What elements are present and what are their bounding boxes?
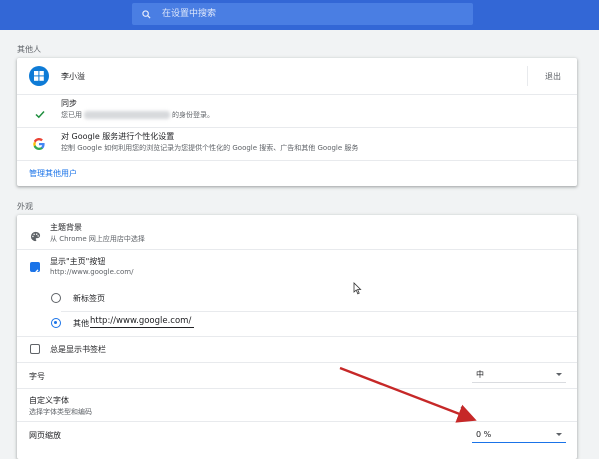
bookmarks-label: 总是显示书签栏 <box>50 345 106 354</box>
home-button-checkbox[interactable] <box>30 262 40 276</box>
check-icon <box>35 104 45 123</box>
zoom-row: 网页缩放 0 % <box>17 422 577 448</box>
user-row: 李小溢 退出 <box>17 58 577 94</box>
personalize-title: 对 Google 服务进行个性化设置 <box>61 132 175 141</box>
people-card: 李小溢 退出 同步 您已用 的身份登录。 对 Google 服务进行个性化设置 控… <box>17 58 577 186</box>
sync-suffix: 的身份登录。 <box>172 111 214 119</box>
personalize-description: 控制 Google 如何利用您的浏览记录为您提供个性化的 Google 搜索、广… <box>61 144 359 152</box>
home-button-row: 显示"主页"按钮 http://www.google.com/ <box>17 250 577 280</box>
font-size-label: 字号 <box>29 372 45 381</box>
checkmark-icon <box>31 269 39 276</box>
people-section-title: 其他人 <box>17 45 41 54</box>
personalize-row[interactable]: 对 Google 服务进行个性化设置 控制 Google 如何利用您的浏览记录为… <box>17 128 577 160</box>
newtab-radio[interactable] <box>51 293 61 303</box>
signout-button[interactable]: 退出 <box>545 71 561 82</box>
google-g-icon <box>32 136 46 155</box>
newtab-label: 新标签页 <box>73 294 105 303</box>
custom-fonts-row[interactable]: 自定义字体 选择字体类型和编码 <box>17 389 577 421</box>
theme-row[interactable]: 主题背景 从 Chrome 网上应用店中选择 <box>17 215 577 249</box>
red-arrow-annotation <box>339 366 477 423</box>
user-name: 李小溢 <box>61 72 85 81</box>
divider <box>17 160 577 161</box>
divider <box>61 311 577 312</box>
search-icon <box>132 9 160 19</box>
chevron-down-icon <box>556 433 562 436</box>
top-app-bar <box>0 0 599 30</box>
manage-other-users-link[interactable]: 管理其他用户 <box>29 168 77 179</box>
sync-title: 同步 <box>61 99 77 108</box>
sync-row[interactable]: 同步 您已用 的身份登录。 <box>17 95 577 127</box>
bookmarks-checkbox[interactable] <box>30 344 40 354</box>
blurred-account-email <box>84 111 170 119</box>
chevron-down-icon <box>556 373 562 376</box>
zoom-value: 0 % <box>476 430 492 439</box>
font-size-row: 字号 中 <box>17 363 577 387</box>
vertical-divider <box>527 66 528 86</box>
appearance-card: 主题背景 从 Chrome 网上应用店中选择 显示"主页"按钮 http://w… <box>17 215 577 459</box>
appearance-section-title: 外观 <box>17 202 33 211</box>
theme-title: 主题背景 <box>50 223 82 232</box>
home-button-title: 显示"主页"按钮 <box>50 257 106 266</box>
other-label: 其他 <box>73 319 89 328</box>
zoom-label: 网页缩放 <box>29 431 61 440</box>
home-button-url: http://www.google.com/ <box>50 268 134 276</box>
custom-fonts-title: 自定义字体 <box>29 396 69 405</box>
sync-prefix: 您已用 <box>61 111 82 119</box>
sync-description: 您已用 的身份登录。 <box>61 110 214 120</box>
other-url-input[interactable] <box>90 316 194 328</box>
mouse-cursor-icon <box>353 280 362 299</box>
other-radio[interactable] <box>51 318 61 328</box>
bookmarks-row[interactable]: 总是显示书签栏 <box>17 337 577 361</box>
search-input[interactable] <box>160 8 444 20</box>
newtab-option[interactable]: 新标签页 <box>17 288 577 308</box>
windows-avatar-icon <box>29 66 49 86</box>
custom-fonts-description: 选择字体类型和编码 <box>29 408 92 416</box>
theme-description: 从 Chrome 网上应用店中选择 <box>50 235 145 243</box>
other-url-option[interactable]: 其他 <box>17 313 577 335</box>
settings-search-box[interactable] <box>132 3 473 25</box>
palette-icon <box>30 227 41 246</box>
